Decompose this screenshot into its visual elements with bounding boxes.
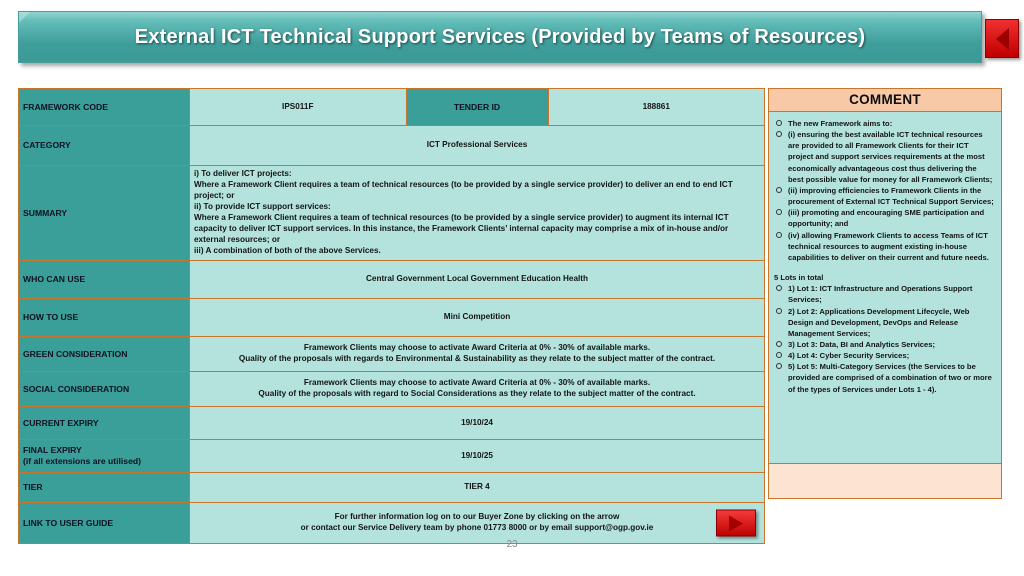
list-item: 2) Lot 2: Applications Development Lifec… — [774, 306, 994, 339]
row-label-social-consideration: SOCIAL CONSIDERATION — [18, 371, 190, 407]
row-label-who-can-use: WHO CAN USE — [18, 260, 190, 299]
row-value-green-consideration: Framework Clients may choose to activate… — [189, 336, 765, 372]
user-guide-line-2: or contact our Service Delivery team by … — [300, 523, 654, 532]
row-label-link-to-user-guide: LINK TO USER GUIDE — [18, 502, 190, 544]
list-item: 4) Lot 4: Cyber Security Services; — [774, 350, 994, 361]
row-value-category: ICT Professional Services — [189, 125, 765, 166]
table-row-framework-code: FRAMEWORK CODE IPS011F TENDER ID 188861 — [18, 88, 765, 126]
row-label-green-consideration: GREEN CONSIDERATION — [18, 336, 190, 372]
banner-bevel-decoration — [19, 12, 30, 23]
row-value-link-to-user-guide: For further information log on to our Bu… — [189, 502, 765, 544]
framework-details-table: FRAMEWORK CODE IPS011F TENDER ID 188861 … — [18, 88, 765, 544]
comment-panel-header: COMMENT — [768, 88, 1002, 112]
summary-line: i) To deliver ICT projects: — [194, 169, 292, 179]
summary-line: ii) To provide ICT support services: — [194, 202, 331, 212]
page-title: External ICT Technical Support Services … — [134, 25, 866, 48]
table-row-category: CATEGORY ICT Professional Services — [18, 125, 765, 166]
row-value-how-to-use: Mini Competition — [189, 298, 765, 337]
bullet-icon — [776, 186, 782, 193]
comment-lots-list: 1) Lot 1: ICT Infrastructure and Operati… — [774, 283, 994, 395]
list-item-text: (ii) improving efficiencies to Framework… — [788, 185, 994, 207]
page-number: 23 — [506, 539, 518, 550]
list-item-text: 5) Lot 5: Multi-Category Services (the S… — [788, 362, 992, 394]
list-item-text: (iv) allowing Framework Clients to acces… — [788, 230, 989, 262]
list-item-text: (i) ensuring the best available ICT tech… — [788, 130, 993, 184]
table-row-summary: SUMMARY i) To deliver ICT projects: Wher… — [18, 165, 765, 261]
comment-spacer — [774, 263, 994, 272]
row-label-tender-id: TENDER ID — [405, 88, 549, 126]
list-item-text: 3) Lot 3: Data, BI and Analytics Service… — [788, 339, 935, 349]
list-item-text: 4) Lot 4: Cyber Security Services; — [788, 351, 910, 361]
summary-line: project; or — [194, 191, 235, 201]
final-expiry-label-line-2: (if all extensions are utilised) — [23, 456, 141, 466]
row-label-summary: SUMMARY — [18, 165, 190, 261]
row-value-final-expiry: 19/10/25 — [189, 439, 765, 473]
list-item-text: 2) Lot 2: Applications Development Lifec… — [788, 306, 970, 338]
forward-arrow-icon — [729, 515, 743, 531]
list-item: (iv) allowing Framework Clients to acces… — [774, 230, 994, 263]
table-row-green-consideration: GREEN CONSIDERATION Framework Clients ma… — [18, 336, 765, 372]
row-value-framework-code: IPS011F — [189, 88, 407, 126]
row-label-category: CATEGORY — [18, 125, 190, 166]
list-item: The new Framework aims to: — [774, 118, 994, 129]
row-value-tender-id: 188861 — [547, 88, 765, 126]
table-row-current-expiry: CURRENT EXPIRY 19/10/24 — [18, 406, 765, 440]
bullet-icon — [776, 285, 782, 292]
row-label-current-expiry: CURRENT EXPIRY — [18, 406, 190, 440]
row-label-framework-code: FRAMEWORK CODE — [18, 88, 190, 126]
list-item: 1) Lot 1: ICT Infrastructure and Operati… — [774, 283, 994, 305]
social-consideration-line-2: Quality of the proposals with regard to … — [258, 389, 696, 398]
user-guide-line-1: For further information log on to our Bu… — [334, 512, 620, 522]
green-consideration-line-2: Quality of the proposals with regards to… — [238, 354, 716, 363]
bullet-icon — [776, 231, 782, 238]
bullet-icon — [776, 209, 782, 216]
table-row-how-to-use: HOW TO USE Mini Competition — [18, 298, 765, 337]
green-consideration-line-1: Framework Clients may choose to activate… — [303, 343, 651, 353]
list-item: (iii) promoting and encouraging SME part… — [774, 207, 994, 229]
comment-panel-body: The new Framework aims to: (i) ensuring … — [768, 112, 1002, 464]
link-row-content: For further information log on to our Bu… — [194, 509, 760, 537]
row-value-summary: i) To deliver ICT projects: Where a Fram… — [189, 165, 765, 261]
bullet-icon — [776, 340, 782, 347]
row-value-current-expiry: 19/10/24 — [189, 406, 765, 440]
table-row-tier: TIER TIER 4 — [18, 472, 765, 503]
row-label-tier: TIER — [18, 472, 190, 503]
slide-title-banner: External ICT Technical Support Services … — [18, 11, 982, 63]
bullet-icon — [776, 363, 782, 370]
summary-line: capacity to deliver ICT support services… — [194, 223, 729, 233]
summary-line: external resources; or — [194, 234, 281, 244]
back-arrow-icon — [995, 27, 1009, 50]
back-arrow-button[interactable] — [985, 19, 1019, 58]
comment-panel: COMMENT The new Framework aims to: (i) e… — [768, 88, 1002, 499]
summary-line: Where a Framework Client requires a team… — [194, 180, 733, 190]
row-value-tier: TIER 4 — [189, 472, 765, 503]
summary-line: Where a Framework Client requires a team… — [194, 213, 729, 222]
forward-arrow-button[interactable] — [716, 509, 756, 537]
bullet-icon — [776, 352, 782, 359]
table-row-link-to-user-guide: LINK TO USER GUIDE For further informati… — [18, 502, 765, 544]
table-row-final-expiry: FINAL EXPIRY (if all extensions are util… — [18, 439, 765, 473]
final-expiry-label-line-1: FINAL EXPIRY — [23, 445, 82, 456]
row-label-final-expiry: FINAL EXPIRY (if all extensions are util… — [18, 439, 190, 473]
row-value-social-consideration: Framework Clients may choose to activate… — [189, 371, 765, 407]
list-item: 3) Lot 3: Data, BI and Analytics Service… — [774, 339, 994, 350]
bullet-icon — [776, 120, 782, 126]
summary-line: iii) A combination of both of the above … — [194, 245, 381, 255]
table-row-social-consideration: SOCIAL CONSIDERATION Framework Clients m… — [18, 371, 765, 407]
list-item: (ii) improving efficiencies to Framework… — [774, 185, 994, 207]
list-item: 5) Lot 5: Multi-Category Services (the S… — [774, 361, 994, 394]
bullet-icon — [776, 131, 782, 138]
lots-heading: 5 Lots in total — [774, 273, 824, 283]
comment-panel-footer — [768, 464, 1002, 499]
list-item-text: 1) Lot 1: ICT Infrastructure and Operati… — [788, 284, 973, 305]
bullet-icon — [776, 307, 782, 314]
list-item: (i) ensuring the best available ICT tech… — [774, 129, 994, 185]
row-value-who-can-use: Central Government Local Government Educ… — [189, 260, 765, 299]
list-item-text: (iii) promoting and encouraging SME part… — [788, 208, 985, 229]
list-item-text: The new Framework aims to: — [788, 119, 893, 128]
comment-aims-list: The new Framework aims to: (i) ensuring … — [774, 118, 994, 263]
social-consideration-line-1: Framework Clients may choose to activate… — [303, 378, 651, 388]
row-label-how-to-use: HOW TO USE — [18, 298, 190, 337]
table-row-who-can-use: WHO CAN USE Central Government Local Gov… — [18, 260, 765, 299]
